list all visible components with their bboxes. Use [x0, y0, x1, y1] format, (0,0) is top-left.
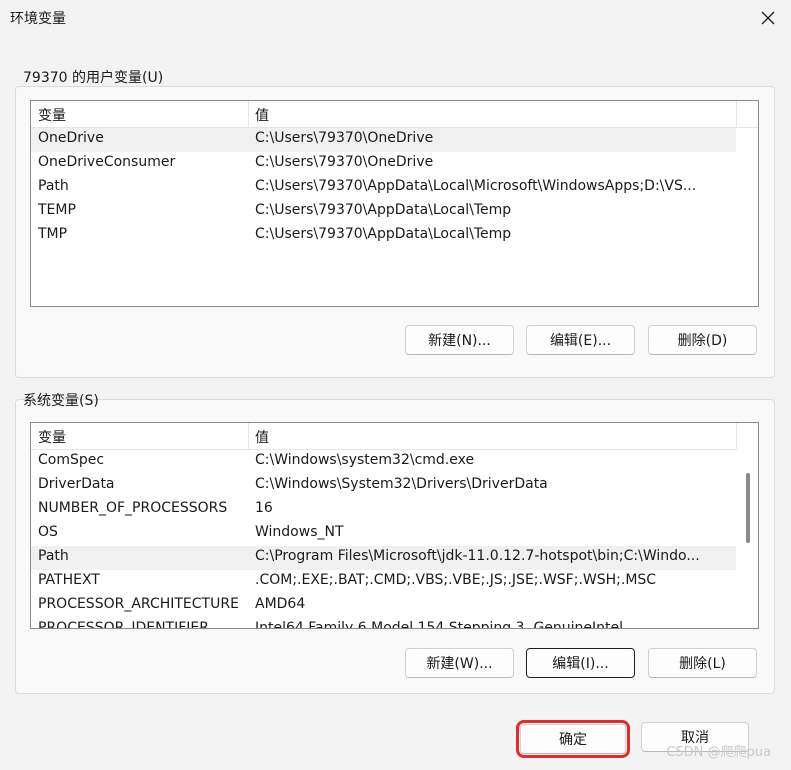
variable-value: C:\Users\79370\AppData\Local\Temp	[255, 202, 512, 218]
column-header-value[interactable]: 值	[255, 105, 269, 125]
column-header-variable[interactable]: 变量	[38, 105, 66, 125]
column-header-variable[interactable]: 变量	[38, 427, 66, 447]
system-edit-button[interactable]: 编辑(I)...	[526, 648, 635, 678]
user-edit-button[interactable]: 编辑(E)...	[526, 325, 635, 355]
title-bar: 环境变量	[0, 0, 791, 36]
table-row[interactable]: PROCESSOR_IDENTIFIER Intel64 Family 6 Mo…	[31, 618, 736, 629]
variable-name: ComSpec	[38, 452, 105, 468]
table-row[interactable]: Path C:\Program Files\Microsoft\jdk-11.0…	[31, 546, 736, 570]
variable-value: C:\Users\79370\AppData\Local\Temp	[255, 226, 512, 242]
user-delete-button[interactable]: 删除(D)	[648, 325, 757, 355]
variable-value: C:\Users\79370\OneDrive	[255, 154, 434, 170]
vertical-scrollbar[interactable]	[736, 449, 758, 628]
window-title: 环境变量	[10, 11, 66, 27]
variable-name: PATHEXT	[38, 572, 100, 588]
table-row[interactable]: DriverData C:\Windows\System32\Drivers\D…	[31, 474, 736, 498]
variable-value: C:\Program Files\Microsoft\jdk-11.0.12.7…	[255, 548, 700, 564]
user-variables-label: 79370 的用户变量(U)	[23, 70, 164, 86]
close-icon	[761, 11, 775, 25]
variable-value: C:\Windows\System32\Drivers\DriverData	[255, 476, 548, 492]
ok-button[interactable]: 确定	[516, 720, 630, 758]
variable-name: DriverData	[38, 476, 115, 492]
table-row[interactable]: TMP C:\Users\79370\AppData\Local\Temp	[31, 224, 736, 248]
watermark-text: CSDN @爬爬pua	[666, 745, 771, 760]
column-header-value[interactable]: 值	[255, 427, 269, 447]
variable-value: C:\Windows\system32\cmd.exe	[255, 452, 475, 468]
variable-value: 16	[255, 500, 273, 516]
user-new-button[interactable]: 新建(N)...	[405, 325, 514, 355]
table-row[interactable]: PATHEXT .COM;.EXE;.BAT;.CMD;.VBS;.VBE;.J…	[31, 570, 736, 594]
table-row[interactable]: OneDriveConsumer C:\Users\79370\OneDrive	[31, 152, 736, 176]
user-variables-list[interactable]: 变量 值 OneDrive C:\Users\79370\OneDrive On…	[30, 100, 759, 307]
variable-name: OneDrive	[38, 130, 104, 146]
system-delete-button[interactable]: 删除(L)	[648, 648, 757, 678]
table-row[interactable]: OneDrive C:\Users\79370\OneDrive	[31, 128, 736, 152]
table-row[interactable]: ComSpec C:\Windows\system32\cmd.exe	[31, 450, 736, 474]
variable-value: Windows_NT	[255, 524, 344, 540]
table-row[interactable]: NUMBER_OF_PROCESSORS 16	[31, 498, 736, 522]
variable-name: OneDriveConsumer	[38, 154, 176, 170]
scrollbar-thumb[interactable]	[746, 473, 750, 543]
variable-name: Path	[38, 178, 69, 194]
table-row[interactable]: TEMP C:\Users\79370\AppData\Local\Temp	[31, 200, 736, 224]
list-header: 变量 值	[31, 101, 758, 128]
close-button[interactable]	[745, 0, 791, 36]
variable-name: PROCESSOR_IDENTIFIER	[38, 620, 209, 629]
variable-value: C:\Users\79370\OneDrive	[255, 130, 434, 146]
variable-value: C:\Users\79370\AppData\Local\Microsoft\W…	[255, 178, 697, 194]
variable-value: Intel64 Family 6 Model 154 Stepping 3, G…	[255, 620, 624, 629]
variable-value: .COM;.EXE;.BAT;.CMD;.VBS;.VBE;.JS;.JSE;.…	[255, 572, 657, 588]
table-row[interactable]: PROCESSOR_ARCHITECTURE AMD64	[31, 594, 736, 618]
variable-name: OS	[38, 524, 58, 540]
system-variables-label: 系统变量(S)	[23, 393, 99, 409]
variable-name: NUMBER_OF_PROCESSORS	[38, 500, 228, 516]
variable-name: Path	[38, 548, 69, 564]
variable-value: AMD64	[255, 596, 306, 612]
system-variables-list[interactable]: 变量 值 ComSpec C:\Windows\system32\cmd.exe…	[30, 422, 759, 629]
variable-name: TEMP	[38, 202, 76, 218]
table-row[interactable]: Path C:\Users\79370\AppData\Local\Micros…	[31, 176, 736, 200]
system-new-button[interactable]: 新建(W)...	[405, 648, 514, 678]
variable-name: PROCESSOR_ARCHITECTURE	[38, 596, 239, 612]
variable-name: TMP	[38, 226, 68, 242]
table-row[interactable]: OS Windows_NT	[31, 522, 736, 546]
list-header: 变量 值	[31, 423, 758, 450]
